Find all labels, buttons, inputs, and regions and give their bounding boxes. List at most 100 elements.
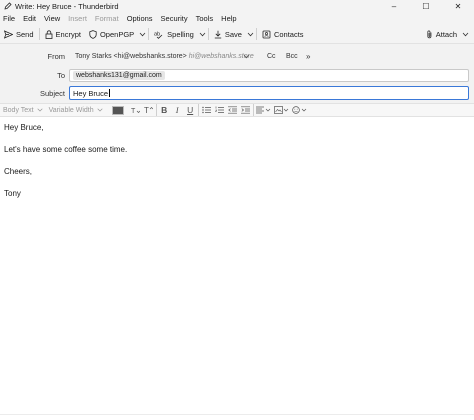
chevron-down-icon <box>243 54 250 58</box>
body-paragraph: Cheers, <box>4 167 33 176</box>
send-icon <box>4 29 13 39</box>
align-menu-icon[interactable] <box>255 104 273 116</box>
emoji-menu-icon[interactable] <box>291 104 309 116</box>
chevron-down-icon <box>462 32 469 36</box>
svg-text:T: T <box>144 106 149 114</box>
address-book-icon <box>262 30 271 38</box>
toolbar-separator <box>148 28 150 40</box>
pencil-icon <box>3 2 12 11</box>
menu-security[interactable]: Security <box>157 14 192 23</box>
minimize-button[interactable]: – <box>378 0 410 12</box>
spelling-button[interactable]: ab Spelling <box>150 26 198 42</box>
attach-button[interactable]: Attach <box>422 26 461 42</box>
paragraph-style-select[interactable]: Body Text <box>0 107 46 114</box>
attach-dropdown[interactable] <box>461 26 470 42</box>
toolbar-separator <box>197 104 199 116</box>
spellcheck-icon: ab <box>154 31 163 39</box>
bulleted-list-icon[interactable] <box>200 104 213 116</box>
toolbar-separator <box>207 28 209 40</box>
text-color-swatch[interactable] <box>111 105 124 115</box>
encrypt-label: Encrypt <box>55 29 81 39</box>
body-paragraph: Let's have some coffee some time. <box>4 145 128 154</box>
font-size-larger-icon[interactable]: T <box>142 104 155 116</box>
shield-icon <box>89 29 97 39</box>
openpgp-dropdown[interactable] <box>138 26 147 42</box>
body-paragraph: Tony <box>4 189 21 198</box>
svg-text:T: T <box>131 108 136 114</box>
insert-menu-icon[interactable] <box>273 104 291 116</box>
openpgp-label: OpenPGP <box>99 29 135 39</box>
message-body-editor[interactable]: Hey Bruce, Let's have some coffee some t… <box>0 118 474 420</box>
send-label: Send <box>16 29 34 39</box>
chevron-down-icon <box>139 32 146 36</box>
menu-options[interactable]: Options <box>123 14 157 23</box>
bold-icon[interactable]: B <box>158 104 171 116</box>
paperclip-icon <box>427 30 432 38</box>
from-dropdown[interactable] <box>243 52 250 61</box>
svg-text:ab: ab <box>154 31 160 37</box>
toolbar-separator <box>252 104 254 116</box>
more-recipient-types-button[interactable]: » <box>306 52 310 61</box>
menu-view[interactable]: View <box>40 14 64 23</box>
chevron-down-icon <box>97 108 103 112</box>
openpgp-button[interactable]: OpenPGP <box>85 26 138 42</box>
text-cursor <box>109 88 110 97</box>
chevron-down-icon <box>37 108 43 112</box>
message-headers: From Tony Starks <hi@webshanks.store> hi… <box>0 44 474 103</box>
contacts-button[interactable]: Contacts <box>258 26 308 42</box>
indent-icon[interactable] <box>239 104 252 116</box>
to-field[interactable]: webshanks131@gmail.com <box>69 68 469 82</box>
subject-value: Hey Bruce <box>73 88 109 98</box>
status-divider <box>0 414 474 415</box>
window-title: Write: Hey Bruce - Thunderbird <box>15 1 119 11</box>
outdent-icon[interactable] <box>226 104 239 116</box>
toolbar-separator <box>38 28 40 40</box>
encrypt-button[interactable]: Encrypt <box>41 26 85 42</box>
menu-tools[interactable]: Tools <box>192 14 218 23</box>
cc-button[interactable]: Cc <box>267 53 276 60</box>
subject-input[interactable]: Hey Bruce <box>69 86 469 100</box>
numbered-list-icon[interactable] <box>213 104 226 116</box>
from-name: Tony Starks <hi@webshanks.store> <box>75 52 187 60</box>
spelling-dropdown[interactable] <box>198 26 207 42</box>
menu-bar: File Edit View Insert Format Options Sec… <box>0 12 474 25</box>
compose-toolbar: Send Encrypt OpenPGP ab Spelling Save Co… <box>0 25 474 44</box>
subject-text: Hey Bruce <box>73 88 110 98</box>
save-button[interactable]: Save <box>210 26 246 42</box>
font-select[interactable]: Variable Width <box>46 107 106 114</box>
maximize-button[interactable]: ☐ <box>410 0 442 12</box>
body-paragraph: Hey Bruce, <box>4 123 44 132</box>
download-icon <box>214 30 222 38</box>
menu-insert[interactable]: Insert <box>64 14 91 23</box>
bcc-button[interactable]: Bcc <box>286 53 298 60</box>
subject-row: Subject Hey Bruce <box>0 85 474 101</box>
close-button[interactable]: ✕ <box>442 0 474 12</box>
attach-label: Attach <box>435 29 457 39</box>
title-bar: Write: Hey Bruce - Thunderbird – ☐ ✕ <box>0 0 474 12</box>
to-label: To <box>57 70 65 80</box>
to-row: To webshanks131@gmail.com <box>0 67 474 83</box>
menu-format[interactable]: Format <box>91 14 123 23</box>
underline-icon[interactable]: U <box>184 104 197 116</box>
menu-edit[interactable]: Edit <box>19 14 40 23</box>
from-row: From Tony Starks <hi@webshanks.store> hi… <box>0 48 474 64</box>
save-label: Save <box>224 29 242 39</box>
menu-help[interactable]: Help <box>217 14 240 23</box>
contacts-label: Contacts <box>273 29 304 39</box>
toolbar-separator <box>255 28 257 40</box>
from-label: From <box>47 51 66 61</box>
chevron-down-icon <box>247 32 254 36</box>
font-size-smaller-icon[interactable]: T <box>129 104 142 116</box>
save-dropdown[interactable] <box>246 26 255 42</box>
recipient-pill[interactable]: webshanks131@gmail.com <box>73 71 165 80</box>
spelling-label: Spelling <box>167 29 194 39</box>
formatting-toolbar: Body Text Variable Width T T B I U <box>0 103 474 117</box>
chevron-down-icon <box>199 32 206 36</box>
send-button[interactable]: Send <box>0 26 38 42</box>
italic-icon[interactable]: I <box>171 104 184 116</box>
from-select[interactable]: Tony Starks <hi@webshanks.store> hi@webs… <box>75 53 254 60</box>
lock-icon <box>45 29 52 39</box>
font-value: Variable Width <box>48 106 94 114</box>
menu-file[interactable]: File <box>0 14 19 23</box>
subject-label: Subject <box>39 88 65 98</box>
